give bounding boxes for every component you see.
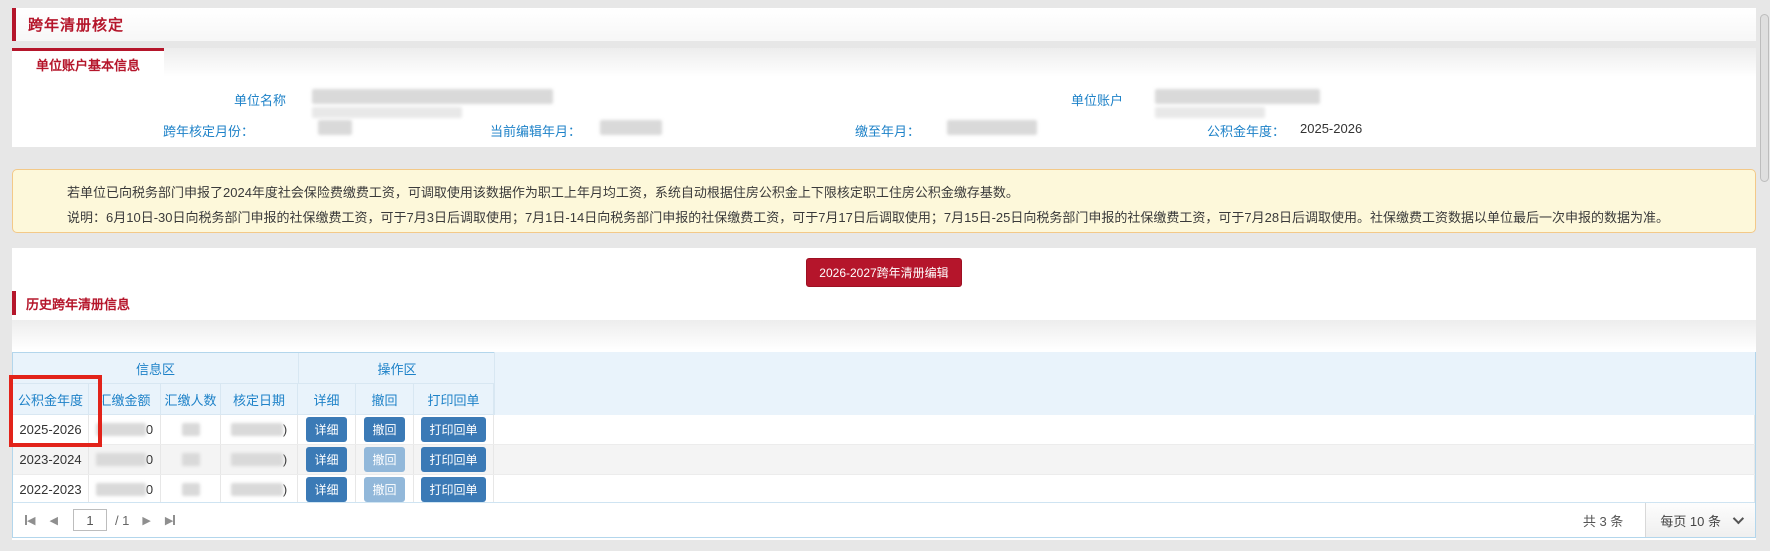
chevron-down-icon <box>1733 513 1744 524</box>
total-pages-label: / 1 <box>115 513 129 528</box>
prev-page-icon[interactable]: ◀ <box>49 514 57 527</box>
col-header-revoke: 撤回 <box>356 384 414 414</box>
col-header-detail: 详细 <box>298 384 356 414</box>
page-number-input[interactable] <box>73 509 107 531</box>
col-header-date: 核定日期 <box>221 384 298 414</box>
history-table: 信息区 操作区 公积金年度 汇缴金额 汇缴人数 核定日期 详细 撤回 打印回单 … <box>12 352 1756 538</box>
col-header-empty <box>494 352 1755 415</box>
col-header-people: 汇缴人数 <box>161 384 221 414</box>
unit-name-value-redacted <box>312 88 553 104</box>
table-row: 2022-2023 0 ) 详细 撤回 打印回单 <box>13 475 1755 505</box>
col-header-year: 公积金年度 <box>13 384 89 414</box>
verify-month-label: 跨年核定月份： <box>163 121 254 140</box>
cell-year: 2025-2026 <box>13 415 89 444</box>
col-header-amount: 汇缴金额 <box>89 384 161 414</box>
notice-line-2: 说明：6月10日-30日向税务部门申报的社保缴费工资，可于7月3日后调取使用；7… <box>67 207 1669 226</box>
print-receipt-button[interactable]: 打印回单 <box>421 417 485 442</box>
verify-month-value-redacted <box>318 119 352 135</box>
cell-date-redacted: ) <box>221 445 298 474</box>
next-page-icon[interactable]: ▶ <box>142 514 150 527</box>
tab-label: 单位账户基本信息 <box>36 55 140 74</box>
cell-amount-redacted: 0 <box>89 475 161 504</box>
fund-year-value: 2025-2026 <box>1300 121 1362 136</box>
history-section-title: 历史跨年清册信息 <box>26 294 130 313</box>
current-edit-month-value-redacted <box>600 119 662 135</box>
cell-amount-redacted: 0 <box>89 415 161 444</box>
tab-unit-account-info[interactable]: 单位账户基本信息 <box>12 48 164 77</box>
cell-people-redacted <box>161 415 221 444</box>
unit-name-value-redacted-2 <box>312 104 462 119</box>
history-toolbar-strip <box>12 320 1756 350</box>
history-panel: 历史跨年清册信息 信息区 操作区 公积金年度 汇缴金额 汇缴人数 核定日期 详细… <box>12 288 1756 540</box>
paid-until-value-redacted <box>947 119 1037 135</box>
scrollbar-thumb[interactable] <box>1760 14 1769 182</box>
cell-year: 2022-2023 <box>13 475 89 504</box>
cell-date-redacted: ) <box>221 415 298 444</box>
cross-year-edit-button[interactable]: 2026-2027跨年清册编辑 <box>806 258 961 287</box>
table-row: 2025-2026 0 ) 详细 撤回 打印回单 <box>13 415 1755 445</box>
cell-people-redacted <box>161 445 221 474</box>
current-edit-month-label: 当前编辑年月： <box>490 121 581 140</box>
unit-name-label: 单位名称 <box>234 90 286 109</box>
cell-people-redacted <box>161 475 221 504</box>
group-header-info: 信息区 <box>13 353 299 383</box>
revoke-button-disabled: 撤回 <box>364 477 404 502</box>
fund-year-label: 公积金年度： <box>1207 121 1285 140</box>
paid-until-label: 缴至年月： <box>855 121 920 140</box>
table-row: 2023-2024 0 ) 详细 撤回 打印回单 <box>13 445 1755 475</box>
page-title: 跨年清册核定 <box>28 14 124 35</box>
unit-account-value-redacted-2 <box>1155 104 1265 119</box>
last-page-icon[interactable]: ▶ <box>165 514 175 527</box>
page-title-bar: 跨年清册核定 <box>12 8 1756 41</box>
print-receipt-button[interactable]: 打印回单 <box>421 447 485 472</box>
notice-box: 若单位已向税务部门申报了2024年度社会保险费缴费工资，可调取使用该数据作为职工… <box>12 169 1756 233</box>
cell-amount-redacted: 0 <box>89 445 161 474</box>
tab-strip: 单位账户基本信息 <box>12 48 1756 77</box>
notice-line-1: 若单位已向税务部门申报了2024年度社会保险费缴费工资，可调取使用该数据作为职工… <box>67 182 1019 201</box>
detail-button[interactable]: 详细 <box>306 477 346 502</box>
table-column-header-row: 公积金年度 汇缴金额 汇缴人数 核定日期 详细 撤回 打印回单 <box>13 384 1755 415</box>
detail-button[interactable]: 详细 <box>306 417 346 442</box>
pagination-bar: ◀ ◀ / 1 ▶ ▶ 共 3 条 每页 10 条 <box>13 502 1755 537</box>
col-header-print: 打印回单 <box>414 384 494 414</box>
unit-account-value-redacted <box>1155 88 1320 104</box>
unit-info-panel: 单位账户基本信息 单位名称 单位账户 跨年核定月份： 当前编辑年月： 缴至年月：… <box>12 48 1756 147</box>
first-page-icon[interactable]: ◀ <box>25 514 35 527</box>
unit-account-label: 单位账户 <box>1071 90 1123 109</box>
detail-button[interactable]: 详细 <box>306 447 346 472</box>
page-size-select[interactable]: 每页 10 条 <box>1645 503 1755 537</box>
history-section-title-bar: 历史跨年清册信息 <box>12 291 130 315</box>
print-receipt-button[interactable]: 打印回单 <box>421 477 485 502</box>
cell-year: 2023-2024 <box>13 445 89 474</box>
page-size-label: 每页 10 条 <box>1660 511 1721 530</box>
cell-date-redacted: ) <box>221 475 298 504</box>
revoke-button-disabled: 撤回 <box>364 447 404 472</box>
group-header-op: 操作区 <box>299 353 496 383</box>
total-count-label: 共 3 条 <box>1561 511 1645 530</box>
revoke-button[interactable]: 撤回 <box>364 417 404 442</box>
